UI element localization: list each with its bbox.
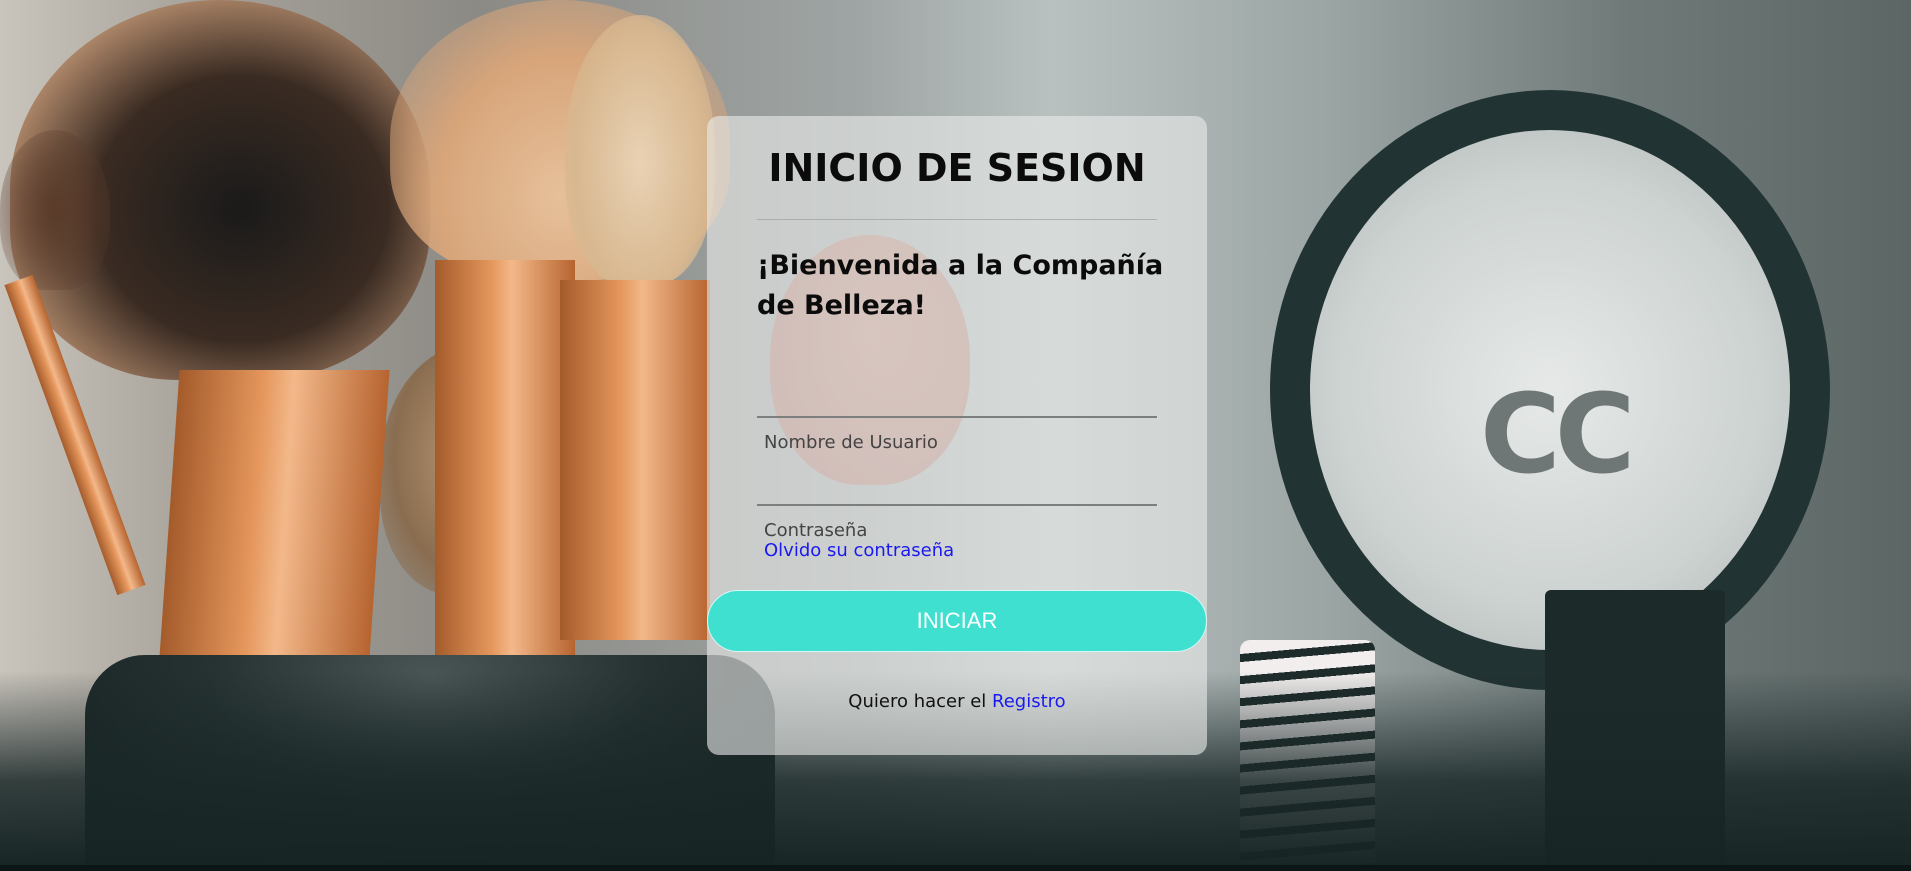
username-underline bbox=[757, 416, 1157, 418]
username-label: Nombre de Usuario bbox=[764, 432, 938, 453]
login-card: INICIO DE SESION ¡Bienvenida a la Compañ… bbox=[707, 116, 1207, 755]
page-title: INICIO DE SESION bbox=[768, 146, 1146, 190]
password-underline bbox=[757, 504, 1157, 506]
brush-decoration bbox=[565, 15, 715, 285]
register-prompt-row: Quiero hacer el Registro bbox=[707, 691, 1207, 712]
brush-ferrule-decoration bbox=[156, 370, 390, 700]
login-button[interactable]: INICIAR bbox=[707, 590, 1207, 652]
brush-decoration bbox=[0, 130, 110, 290]
brush-ferrule-decoration bbox=[560, 280, 710, 640]
bottom-edge bbox=[0, 865, 1911, 871]
register-link[interactable]: Registro bbox=[992, 691, 1066, 712]
title-divider bbox=[757, 219, 1157, 220]
register-prompt-text: Quiero hacer el bbox=[848, 691, 987, 712]
forgot-password-link[interactable]: Olvido su contraseña bbox=[764, 540, 954, 561]
welcome-message: ¡Bienvenida a la Compañía de Belleza! bbox=[757, 250, 1164, 321]
brush-ferrule-decoration bbox=[435, 260, 575, 680]
login-page: CC INICIO DE SESION ¡Bienvenida a la Com… bbox=[0, 0, 1911, 871]
password-label: Contraseña bbox=[764, 520, 868, 541]
compact-mirror-logo: CC bbox=[1480, 370, 1635, 498]
